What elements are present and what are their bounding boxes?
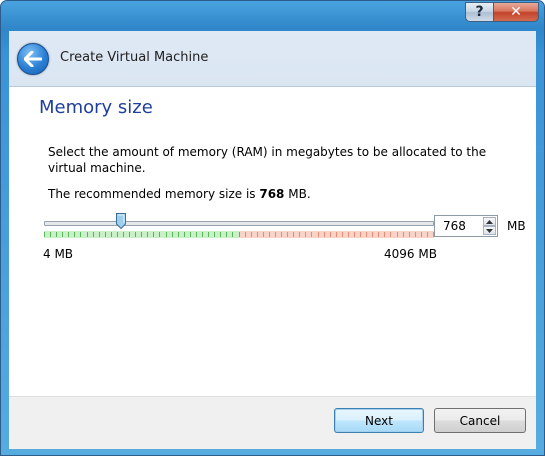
slider-tick — [354, 232, 355, 237]
slider-tick — [123, 232, 124, 237]
back-arrow-icon — [24, 51, 42, 67]
slider-tick — [208, 232, 209, 237]
slider-tick — [220, 232, 221, 237]
slider-tick — [153, 232, 154, 237]
slider-tick — [342, 232, 343, 237]
slider-tick — [117, 232, 118, 237]
slider-tick — [226, 232, 227, 237]
slider-tick — [403, 232, 404, 237]
slider-tick — [257, 232, 258, 237]
slider-tick — [184, 232, 185, 237]
slider-tick — [397, 232, 398, 237]
wizard-content: Memory size Select the amount of memory … — [9, 87, 536, 396]
slider-tick — [311, 232, 312, 237]
page-title: Memory size — [39, 97, 153, 118]
slider-tick — [275, 232, 276, 237]
page-description: Select the amount of memory (RAM) in meg… — [48, 145, 487, 175]
memory-slider[interactable] — [44, 209, 434, 239]
spin-down-button[interactable] — [483, 226, 496, 235]
slider-tick — [178, 232, 179, 237]
slider-tick — [305, 232, 306, 237]
slider-tick — [74, 232, 75, 237]
slider-tick — [196, 232, 197, 237]
slider-tick — [421, 232, 422, 237]
slider-tick — [62, 232, 63, 237]
slider-tick — [427, 232, 428, 237]
slider-tick — [93, 232, 94, 237]
slider-tick — [166, 232, 167, 237]
arrow-down-icon — [486, 228, 493, 233]
wizard-header: Create Virtual Machine — [9, 31, 536, 87]
back-button[interactable] — [17, 43, 49, 75]
slider-tick — [378, 232, 379, 237]
recommended-memory-text: The recommended memory size is 768 MB. — [48, 187, 311, 201]
slider-track — [44, 221, 434, 226]
slider-tick — [360, 232, 361, 237]
window-title: Create Virtual Machine — [60, 50, 209, 65]
caption-buttons: ? ✕ — [465, 2, 539, 22]
next-button[interactable]: Next — [334, 408, 424, 433]
slider-tick — [232, 232, 233, 237]
help-button[interactable]: ? — [465, 2, 493, 22]
slider-tick — [80, 232, 81, 237]
slider-tick — [366, 232, 367, 237]
memory-spinbox[interactable]: 768 — [434, 215, 498, 237]
slider-tick — [384, 232, 385, 237]
recommend-suffix: MB. — [284, 187, 311, 201]
slider-thumb[interactable] — [116, 213, 126, 229]
slider-tick — [172, 232, 173, 237]
slider-tick — [318, 232, 319, 237]
slider-tick — [129, 232, 130, 237]
slider-tick — [202, 232, 203, 237]
slider-tick — [281, 232, 282, 237]
slider-tick — [50, 232, 51, 237]
slider-tick — [299, 232, 300, 237]
close-button[interactable]: ✕ — [493, 2, 539, 22]
slider-tick — [141, 232, 142, 237]
cancel-button[interactable]: Cancel — [434, 408, 526, 433]
slider-ticks — [44, 231, 434, 238]
slider-tick — [415, 232, 416, 237]
slider-tick — [105, 232, 106, 237]
memory-unit-label: MB — [507, 219, 526, 233]
spin-up-button[interactable] — [483, 217, 496, 226]
slider-tick — [269, 232, 270, 237]
recommended-memory-value: 768 — [259, 187, 285, 201]
arrow-up-icon — [486, 219, 493, 224]
slider-tick — [245, 232, 246, 237]
slider-tick — [99, 232, 100, 237]
slider-tick — [372, 232, 373, 237]
slider-tick — [68, 232, 69, 237]
slider-tick — [44, 232, 45, 237]
slider-max-label: 4096 MB — [384, 247, 437, 261]
slider-tick — [287, 232, 288, 237]
slider-tick — [190, 232, 191, 237]
slider-min-label: 4 MB — [43, 247, 74, 261]
slider-tick — [330, 232, 331, 237]
recommend-prefix: The recommended memory size is — [48, 187, 260, 201]
slider-tick — [159, 232, 160, 237]
slider-tick — [263, 232, 264, 237]
wizard-footer: Next Cancel — [9, 396, 536, 449]
slider-tick — [135, 232, 136, 237]
slider-tick — [390, 232, 391, 237]
slider-tick — [56, 232, 57, 237]
slider-tick — [111, 232, 112, 237]
slider-tick — [348, 232, 349, 237]
dialog-window: ? ✕ Create Virtual Machine Memory size S… — [0, 0, 545, 456]
slider-tick — [239, 232, 240, 237]
slider-tick — [147, 232, 148, 237]
memory-value[interactable]: 768 — [443, 219, 466, 233]
slider-tick — [251, 232, 252, 237]
slider-tick — [293, 232, 294, 237]
slider-tick — [87, 232, 88, 237]
slider-tick — [324, 232, 325, 237]
slider-tick — [409, 232, 410, 237]
slider-tick — [336, 232, 337, 237]
slider-tick — [214, 232, 215, 237]
